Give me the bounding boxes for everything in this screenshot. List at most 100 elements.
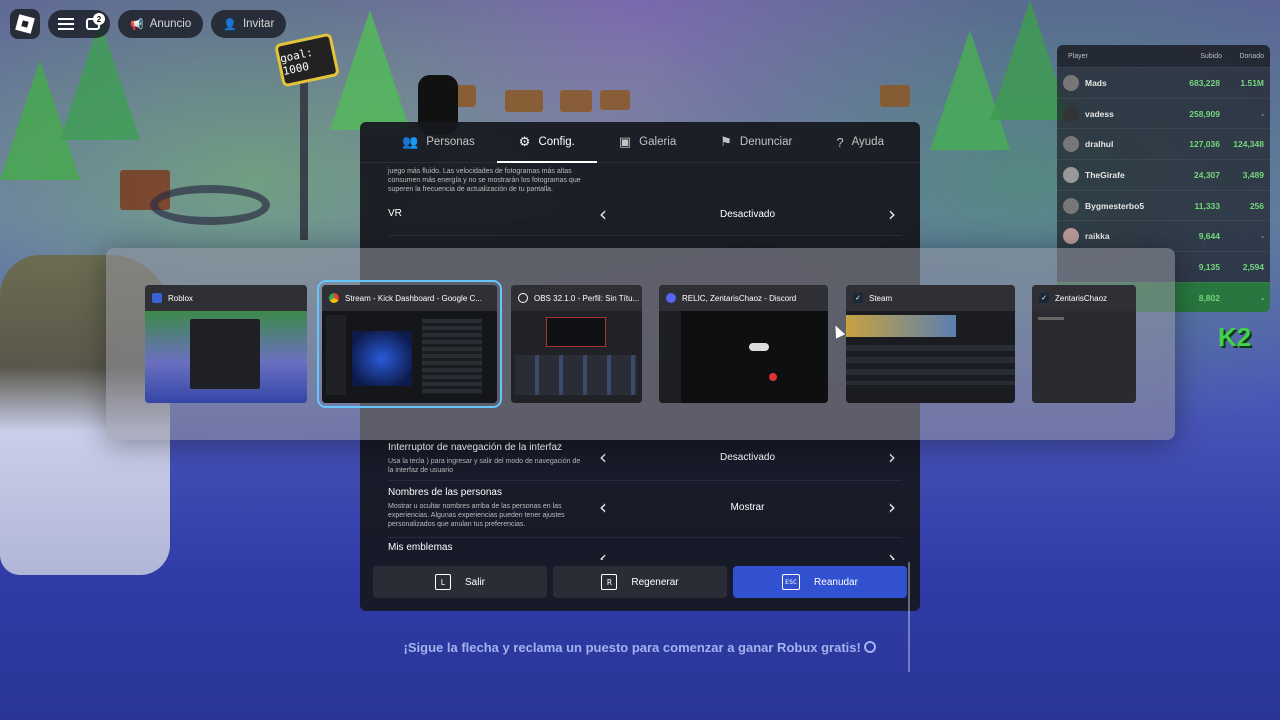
switcher-window[interactable]: ✓ ZentarisChaoz — [1032, 285, 1136, 403]
invitar-button[interactable]: 👤 Invitar — [211, 10, 287, 38]
setting-framerate-desc: juego más fluido. Las velocidades de fot… — [388, 167, 902, 194]
player-name: raikka — [1085, 231, 1110, 242]
leaderboard-row[interactable]: dralhul 127,036 124,348 — [1057, 128, 1270, 159]
leaderboard-header: Player Subido Donado — [1057, 45, 1270, 67]
salir-button[interactable]: L Salir — [373, 566, 547, 598]
regenerar-button[interactable]: R Regenerar — [553, 566, 727, 598]
chevron-left-icon[interactable]: ‹ — [593, 445, 613, 469]
key-hint: R — [601, 574, 618, 590]
chevron-right-icon[interactable]: › — [882, 445, 902, 469]
tab-personas[interactable]: 👥 Personas — [380, 122, 497, 163]
tab-label: Galeria — [639, 136, 677, 148]
switcher-window-selected[interactable]: Stream - Kick Dashboard - Google C... — [317, 280, 502, 408]
avatar — [1063, 228, 1079, 245]
switcher-window[interactable]: ✓ Steam — [846, 285, 1015, 403]
player-name: Bygmesterbo5 — [1085, 200, 1145, 211]
switcher-window[interactable]: RELIC, ZentarisChaoz - Discord — [659, 285, 828, 403]
window-title: Stream - Kick Dashboard - Google C... — [345, 293, 482, 303]
person-add-icon: 👤 — [223, 18, 237, 31]
fountain — [150, 185, 270, 225]
obs-icon — [518, 293, 528, 303]
window-title: Steam — [869, 293, 893, 303]
tab-label: Ayuda — [851, 136, 884, 148]
tab-label: Personas — [426, 136, 475, 148]
tree — [330, 10, 410, 130]
donado-value: - — [1261, 292, 1264, 303]
leaderboard-row[interactable]: TheGirafe 24,307 3,489 — [1057, 159, 1270, 190]
stand-sign — [505, 90, 543, 112]
leaderboard-row[interactable]: raikka 9,644 - — [1057, 220, 1270, 251]
stand-sign — [600, 90, 630, 110]
subido-value: 9,135 — [1198, 261, 1220, 272]
col-subido: Subido — [1200, 52, 1222, 60]
chat-icon[interactable]: 2 — [86, 13, 105, 30]
divider — [388, 537, 902, 538]
switcher-window[interactable]: OBS 32.1.0 - Perfil: Sin Títu... — [511, 285, 642, 403]
button-label: Reanudar — [814, 576, 858, 588]
setting-ui-navigation: Interruptor de navegación de la interfaz… — [388, 442, 902, 475]
roblox-icon — [152, 293, 162, 303]
divider — [388, 480, 902, 481]
window-thumbnail — [322, 311, 497, 403]
window-thumbnail — [511, 311, 642, 403]
chevron-right-icon[interactable]: › — [882, 546, 902, 560]
anuncio-button[interactable]: 📢 Anuncio — [118, 10, 204, 38]
setting-vr: VR ‹ Desactivado › — [388, 202, 902, 226]
avatar — [1063, 74, 1079, 91]
leaderboard-row[interactable]: Mads 683,228 1.51M — [1057, 67, 1270, 98]
window-thumbnail — [145, 311, 307, 403]
subido-value: 258,909 — [1189, 108, 1220, 119]
switcher-window[interactable]: Roblox — [145, 285, 307, 403]
reanudar-button[interactable]: ESC Reanudar — [733, 566, 907, 598]
leaderboard-row[interactable]: Bygmesterbo5 11,333 256 — [1057, 189, 1270, 221]
setting-badges: Mis emblemas ‹ Mostrar › — [388, 542, 902, 560]
col-player: Player — [1068, 52, 1088, 60]
tab-denunciar[interactable]: ⚑ Denunciar — [698, 122, 814, 163]
donado-value: - — [1261, 108, 1264, 119]
tab-galeria[interactable]: ▣ Galeria — [597, 122, 698, 163]
window-title: Roblox — [168, 293, 193, 303]
window-thumbnail — [1032, 311, 1136, 403]
setting-label: Mis emblemas — [388, 542, 453, 553]
invitar-label: Invitar — [242, 18, 275, 30]
leaderboard-row[interactable]: vadess 258,909 - — [1057, 97, 1270, 129]
chevron-left-icon[interactable]: ‹ — [593, 202, 613, 226]
tab-label: Denunciar — [739, 136, 793, 148]
key-hint: L — [434, 574, 451, 590]
gear-icon: ⚙ — [518, 134, 531, 149]
tab-ayuda[interactable]: ? Ayuda — [814, 122, 906, 163]
chevron-right-icon[interactable]: › — [882, 202, 902, 226]
chevron-left-icon[interactable]: ‹ — [593, 495, 613, 519]
chevron-right-icon[interactable]: › — [882, 495, 902, 519]
hamburger-icon[interactable] — [58, 18, 74, 30]
setting-description: Mostrar u ocultar nombres arriba de las … — [388, 503, 565, 529]
settings-tabs: 👥 Personas ⚙ Config. ▣ Galeria ⚑ Denunciar ?… — [360, 122, 920, 163]
divider — [388, 235, 902, 236]
steam-icon: ✓ — [853, 293, 863, 303]
anuncio-label: Anuncio — [149, 18, 192, 30]
col-donado: Donado — [1239, 52, 1264, 60]
chevron-left-icon[interactable]: ‹ — [593, 546, 613, 560]
people-icon: 👥 — [402, 134, 419, 149]
setting-description: juego más fluido. Las velocidades de fot… — [388, 168, 581, 194]
tab-label: Config. — [538, 136, 575, 148]
player-name: Mads — [1085, 77, 1107, 88]
setting-label: Nombres de las personas — [388, 487, 502, 498]
settings-scrollbar[interactable] — [908, 562, 910, 672]
menu-chat-pill: 2 — [48, 10, 110, 38]
window-title: RELIC, ZentarisChaoz - Discord — [682, 293, 797, 303]
settings-actions: L Salir R Regenerar ESC Reanudar — [373, 566, 907, 598]
megaphone-icon: 📢 — [130, 18, 144, 31]
subido-value: 8,802 — [1198, 292, 1220, 303]
window-title: OBS 32.1.0 - Perfil: Sin Títu... — [534, 293, 640, 303]
donado-value: 124,348 — [1233, 139, 1264, 150]
image-icon: ▣ — [618, 134, 632, 149]
subido-value: 127,036 — [1189, 139, 1220, 150]
roblox-menu-button[interactable] — [10, 9, 40, 39]
k2-logo: K2 — [1218, 322, 1252, 352]
key-hint: ESC — [782, 574, 801, 590]
setting-label: Interruptor de navegación de la interfaz — [388, 442, 562, 453]
tab-config[interactable]: ⚙ Config. — [496, 122, 597, 163]
setting-value: Mostrar — [613, 547, 882, 561]
button-label: Regenerar — [631, 576, 679, 588]
